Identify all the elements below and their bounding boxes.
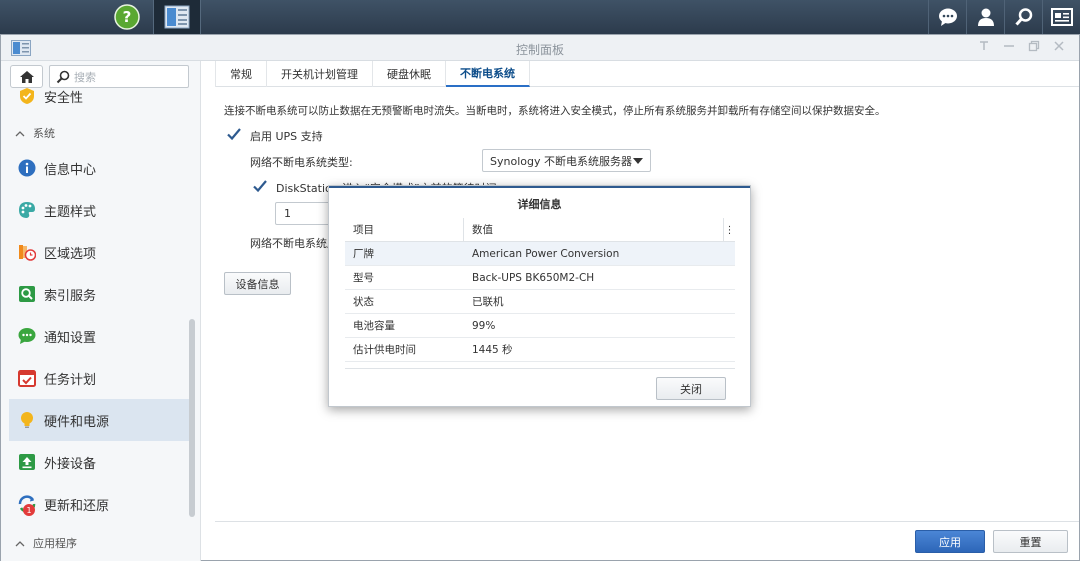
wait-time-checkbox[interactable] <box>252 178 268 194</box>
column-header-value[interactable]: 数值 <box>464 222 493 237</box>
sidebar-item-region[interactable]: 区域选项 <box>9 231 189 273</box>
sidebar-item-theme[interactable]: 主题样式 <box>9 189 189 231</box>
table-row[interactable]: 状态 已联机 <box>345 290 735 314</box>
notifications-button[interactable] <box>929 0 966 34</box>
sidebar: 安全性 系统 信息中心 主题样式 区域选项 <box>1 61 201 561</box>
checkmark-icon <box>227 128 241 141</box>
enable-ups-checkbox[interactable] <box>226 126 242 142</box>
table-row[interactable]: 型号 Back-UPS BK650M2-CH <box>345 266 735 290</box>
sidebar-group-apps[interactable]: 应用程序 <box>15 535 77 551</box>
sidebar-group-system[interactable]: 系统 <box>15 125 55 141</box>
sidebar-item-task-scheduler[interactable]: 任务计划 <box>9 357 189 399</box>
wait-time-input[interactable]: 1 <box>275 202 335 225</box>
tab-power-schedule[interactable]: 开关机计划管理 <box>267 61 373 87</box>
user-button[interactable] <box>967 0 1004 34</box>
index-icon <box>17 284 37 304</box>
control-panel-taskbar-button[interactable] <box>153 0 201 34</box>
control-panel-icon <box>164 5 190 29</box>
tab-ups[interactable]: 不断电系统 <box>446 61 530 87</box>
sidebar-item-notification[interactable]: 通知设置 <box>9 315 189 357</box>
grid-header: 项目 数值 ⋮ <box>345 217 735 242</box>
sidebar-item-security[interactable]: 安全性 <box>9 75 189 117</box>
bulb-icon <box>17 410 37 430</box>
ups-type-label: 网络不断电系统类型: <box>250 156 353 169</box>
chat-icon <box>17 326 37 346</box>
details-dialog: 详细信息 项目 数值 ⋮ 厂牌 American Power Conversio… <box>328 185 751 407</box>
checkmark-icon <box>253 180 267 193</box>
table-row[interactable]: 估计供电时间 1445 秒 <box>345 338 735 362</box>
tab-general[interactable]: 常规 <box>215 61 267 87</box>
help-button[interactable]: ? <box>107 0 147 34</box>
dialog-title: 详细信息 <box>517 198 562 211</box>
ups-type-select[interactable]: Synology 不断电系统服务器 <box>482 149 651 172</box>
close-button[interactable]: 关闭 <box>656 377 726 400</box>
sidebar-item-info-center[interactable]: 信息中心 <box>9 147 189 189</box>
ups-server-label: 网络不断电系统服 <box>250 237 338 250</box>
search-icon <box>1014 8 1032 26</box>
reset-button[interactable]: 重置 <box>993 530 1068 553</box>
tab-bar: 常规 开关机计划管理 硬盘休眠 不断电系统 <box>215 61 1079 87</box>
taskbar: ? <box>0 0 1080 284</box>
table-row[interactable]: 电池容量 99% <box>345 314 735 338</box>
svg-text:?: ? <box>123 8 132 26</box>
title-bar: 控制面板 <box>1 35 1079 61</box>
upload-icon <box>17 452 37 472</box>
user-icon <box>977 8 994 26</box>
apply-button[interactable]: 应用 <box>915 530 985 553</box>
widgets-icon <box>1050 8 1073 26</box>
shield-icon <box>17 86 37 106</box>
sidebar-item-hardware-power[interactable]: 硬件和电源 <box>9 399 189 441</box>
palette-icon <box>17 200 37 220</box>
update-icon: 1 <box>17 494 37 516</box>
caret-down-icon <box>633 158 643 164</box>
chevron-up-icon <box>15 537 25 550</box>
table-row[interactable]: 厂牌 American Power Conversion <box>345 242 735 266</box>
details-grid: 项目 数值 ⋮ 厂牌 American Power Conversion 型号 … <box>345 217 735 362</box>
widgets-button[interactable] <box>1043 0 1080 34</box>
ups-description: 连接不断电系统可以防止数据在无预警断电时流失。当断电时，系统将进入安全模式，停止… <box>224 105 886 117</box>
sidebar-item-external-devices[interactable]: 外接设备 <box>9 441 189 483</box>
pin-icon[interactable] <box>978 40 990 55</box>
calendar-icon <box>17 368 37 388</box>
device-info-button[interactable]: 设备信息 <box>224 272 291 295</box>
column-header-item[interactable]: 项目 <box>345 217 464 242</box>
region-icon <box>17 242 37 262</box>
chevron-up-icon <box>15 127 25 140</box>
tab-hdd-hibernation[interactable]: 硬盘休眠 <box>373 61 446 87</box>
restore-icon[interactable] <box>1028 40 1040 55</box>
window-title: 控制面板 <box>515 43 564 57</box>
minimize-icon[interactable] <box>1003 40 1015 55</box>
info-icon <box>17 158 37 178</box>
column-menu-icon[interactable]: ⋮ <box>723 218 735 242</box>
close-icon[interactable] <box>1053 40 1065 55</box>
sidebar-item-index-service[interactable]: 索引服务 <box>9 273 189 315</box>
chat-bubble-icon <box>938 8 957 26</box>
sidebar-scrollbar[interactable] <box>189 319 195 517</box>
sidebar-item-update-restore[interactable]: 1 更新和还原 <box>9 483 189 525</box>
enable-ups-label: 启用 UPS 支持 <box>250 130 323 143</box>
help-icon: ? <box>114 4 140 30</box>
search-button[interactable] <box>1005 0 1042 34</box>
update-count-badge: 1 <box>23 504 35 516</box>
